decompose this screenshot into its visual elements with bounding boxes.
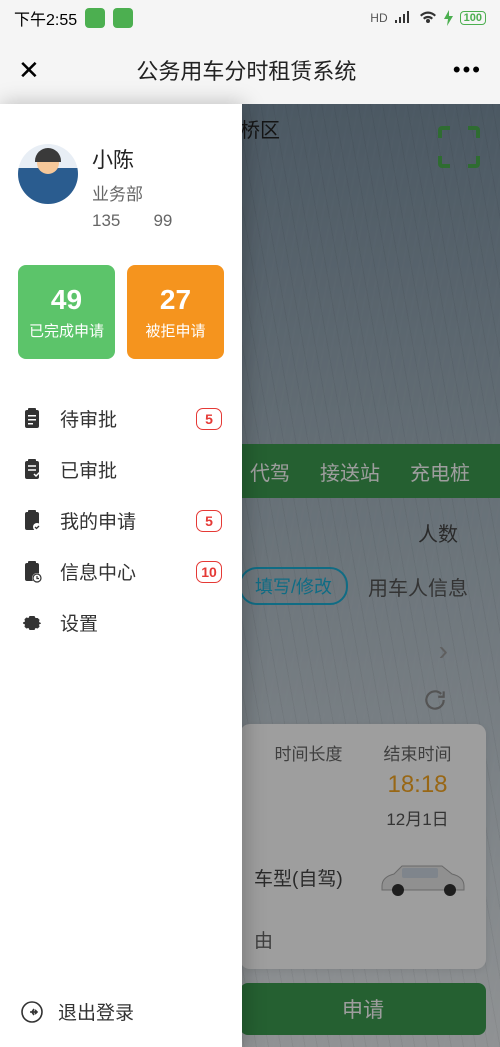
gear-icon [20, 611, 44, 635]
profile-phone: 135 99 [92, 211, 172, 231]
stat-completed-num: 49 [51, 284, 82, 316]
logout-label: 退出登录 [58, 998, 134, 1025]
logout-button[interactable]: 退出登录 [0, 976, 242, 1047]
side-drawer: 小陈 业务部 135 99 49 已完成申请 27 被拒申请 待审批 5 已审批… [0, 104, 242, 1047]
stat-rejected-label: 被拒申请 [145, 320, 205, 341]
more-icon[interactable]: ••• [453, 57, 482, 83]
status-time: 下午2:55 [14, 6, 77, 30]
menu-pending-approval[interactable]: 待审批 5 [0, 393, 242, 444]
badge: 10 [196, 561, 222, 583]
menu-settings[interactable]: 设置 [0, 597, 242, 648]
status-app-icon [113, 8, 133, 28]
menu-approved[interactable]: 已审批 [0, 444, 242, 495]
clipboard-clock-icon [20, 560, 44, 584]
clipboard-check-icon [20, 458, 44, 482]
stat-rejected[interactable]: 27 被拒申请 [127, 265, 224, 359]
drawer-menu: 待审批 5 已审批 我的申请 5 信息中心 10 设置 [0, 383, 242, 658]
nav-bar: ✕ 公务用车分时租赁系统 ••• [0, 36, 500, 104]
badge: 5 [196, 408, 222, 430]
logout-icon [20, 1000, 44, 1024]
stats-row: 49 已完成申请 27 被拒申请 [0, 251, 242, 383]
menu-my-applications[interactable]: 我的申请 5 [0, 495, 242, 546]
battery-icon: 100 [460, 11, 486, 25]
menu-label: 设置 [60, 609, 222, 636]
profile-dept: 业务部 [92, 180, 172, 205]
clipboard-icon [20, 407, 44, 431]
signal-icon [394, 11, 412, 25]
hd-icon: HD [370, 11, 387, 25]
profile-section: 小陈 业务部 135 99 [0, 104, 242, 251]
badge: 5 [196, 510, 222, 532]
menu-message-center[interactable]: 信息中心 10 [0, 546, 242, 597]
drawer-backdrop[interactable] [242, 104, 500, 1047]
stat-rejected-num: 27 [160, 284, 191, 316]
menu-label: 信息中心 [60, 558, 180, 585]
profile-name: 小陈 [92, 144, 172, 174]
stat-completed[interactable]: 49 已完成申请 [18, 265, 115, 359]
status-app-icon [85, 8, 105, 28]
close-icon[interactable]: ✕ [18, 55, 40, 86]
charge-icon [444, 10, 454, 26]
menu-label: 我的申请 [60, 507, 180, 534]
stat-completed-label: 已完成申请 [29, 320, 104, 341]
page-title: 公务用车分时租赁系统 [40, 54, 453, 86]
wifi-icon [418, 11, 438, 25]
menu-label: 已审批 [60, 456, 222, 483]
clipboard-user-icon [20, 509, 44, 533]
menu-label: 待审批 [60, 405, 180, 432]
status-bar: 下午2:55 HD 100 [0, 0, 500, 36]
avatar[interactable] [18, 144, 78, 204]
